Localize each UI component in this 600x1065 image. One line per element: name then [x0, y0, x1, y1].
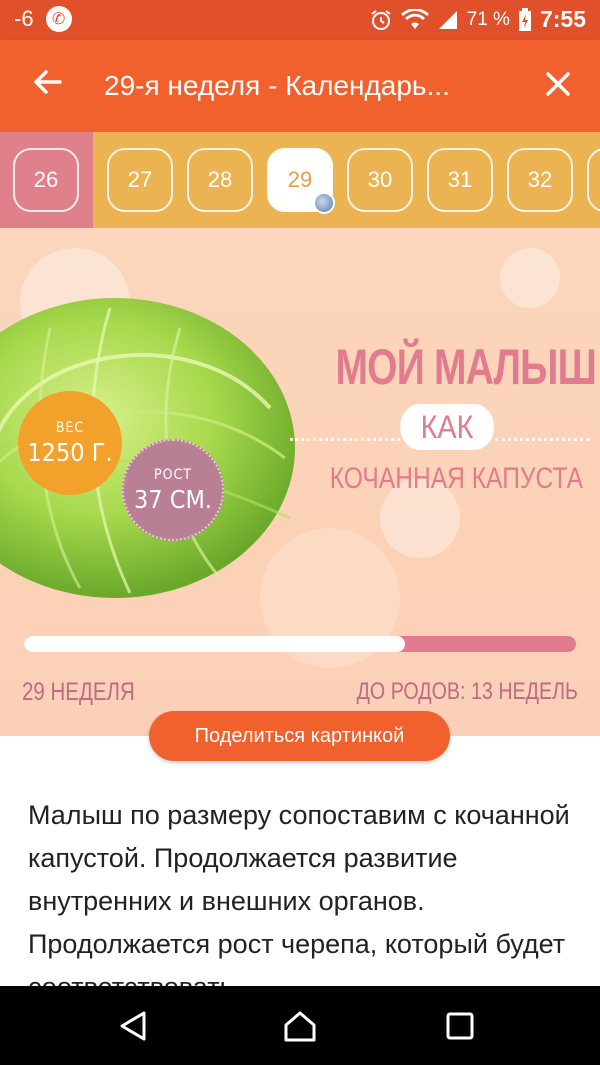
week-tab-27[interactable]: 27: [107, 148, 173, 212]
square-recents-icon: [446, 1012, 474, 1040]
status-left: -6 ✆: [14, 6, 72, 32]
battery-percent: 71 %: [466, 8, 510, 30]
week-tab-31[interactable]: 31: [427, 148, 493, 212]
weeks-to-due-label: ДО РОДОВ: 13 НЕДЕЛЬ: [356, 678, 578, 705]
page-title: 29-я неделя - Календарь...: [104, 70, 450, 101]
week-illustration: ВЕС 1250 Г. РОСТ 37 СМ. МОЙ МАЛЫШ КАК КО…: [0, 228, 600, 736]
week-selector: 26 27 28 29 30 31 32: [0, 132, 600, 228]
weight-value: 1250 Г.: [27, 437, 113, 467]
height-badge: РОСТ 37 СМ.: [122, 439, 224, 541]
weight-label: ВЕС: [55, 419, 85, 436]
headline-kak-pill: КАК: [400, 404, 494, 450]
share-image-button[interactable]: Поделиться картинкой: [149, 711, 450, 761]
nav-recents-button[interactable]: [440, 1006, 480, 1046]
current-week-label: 29 НЕДЕЛЯ: [22, 678, 135, 706]
headline-comparison: КОЧАННАЯ КАПУСТА: [329, 462, 584, 495]
weight-badge: ВЕС 1250 Г.: [18, 391, 122, 495]
arrow-left-icon: [34, 70, 62, 94]
nav-back-button[interactable]: [113, 1006, 153, 1046]
alarm-icon: [371, 9, 391, 30]
signal-icon: [438, 10, 457, 29]
height-label: РОСТ: [154, 466, 192, 483]
status-right: 71 % 7:55: [369, 6, 586, 33]
globe-icon: [313, 192, 335, 214]
week-tab-32[interactable]: 32: [507, 148, 573, 212]
triangle-back-icon: [120, 1011, 146, 1041]
notification-text: -6: [14, 6, 34, 31]
close-icon: [546, 72, 570, 96]
home-icon: [284, 1011, 316, 1042]
week-tab-26[interactable]: 26: [13, 148, 79, 212]
headline-line-1: МОЙ МАЛЫШ: [335, 339, 597, 395]
week-tab-29-current[interactable]: 29: [267, 148, 335, 214]
week-tab-28[interactable]: 28: [187, 148, 253, 212]
headline: МОЙ МАЛЫШ КАК КОЧАННАЯ КАПУСТА: [304, 338, 597, 496]
week-description: Малыш по размеру сопоставим с кочанной к…: [28, 800, 570, 988]
clock: 7:55: [539, 6, 586, 32]
height-value: 37 СМ.: [133, 484, 212, 514]
pregnancy-progress-bar: [24, 636, 576, 652]
wifi-icon: [400, 8, 429, 29]
app-bar: 29-я неделя - Календарь...: [0, 40, 600, 132]
week-tab-29-label: 29: [287, 167, 313, 192]
status-bar: -6 ✆ 71 % 7:55: [0, 0, 600, 40]
battery-charging-icon: [518, 7, 531, 31]
week-tab-30[interactable]: 30: [347, 148, 413, 212]
bokeh-light: [500, 248, 560, 308]
close-button[interactable]: [538, 66, 578, 106]
nav-home-button[interactable]: [280, 1006, 320, 1046]
back-button[interactable]: [28, 66, 68, 106]
phone-icon: ✆: [45, 6, 72, 32]
system-nav-bar: [0, 986, 600, 1065]
week-tab-next[interactable]: [587, 148, 600, 212]
progress-fill: [24, 636, 405, 652]
